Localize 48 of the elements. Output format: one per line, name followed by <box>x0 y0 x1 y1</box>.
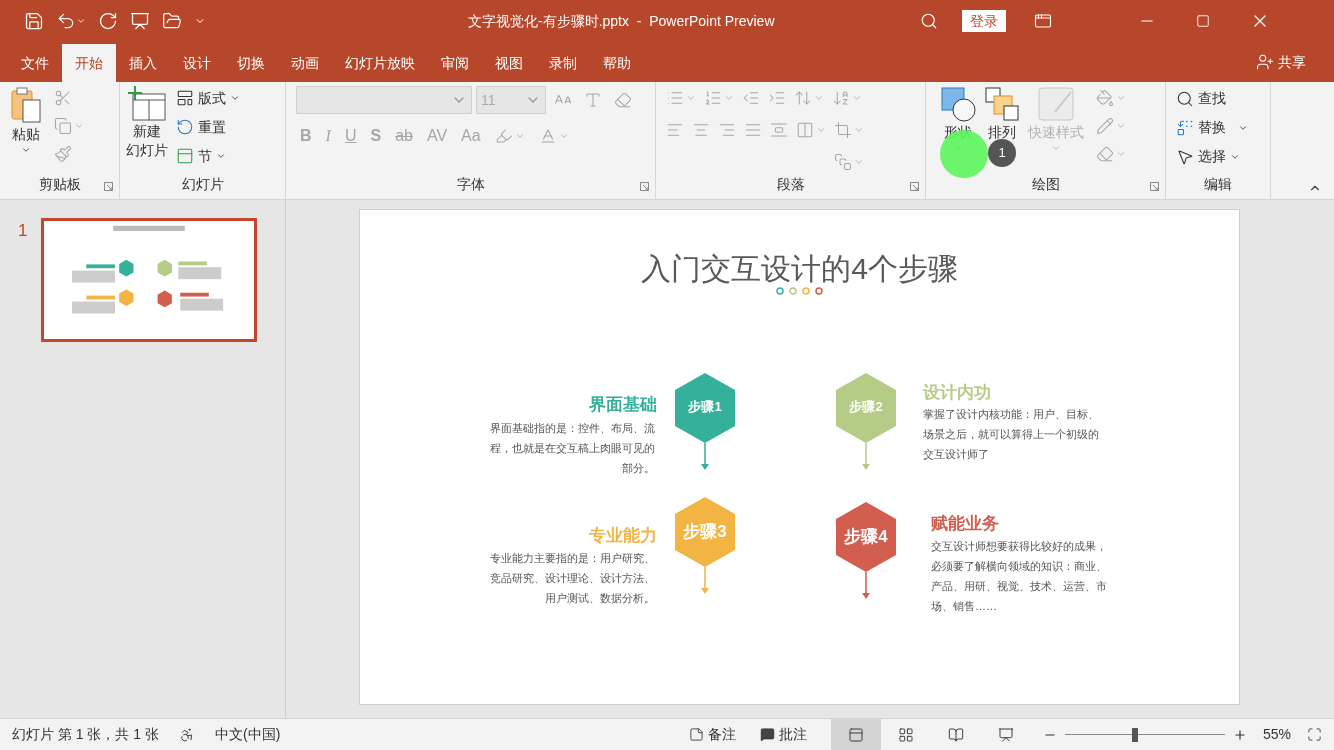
slide-number: 1 <box>18 220 28 242</box>
ribbon-tab[interactable]: 设计 <box>170 44 224 82</box>
comments-button[interactable]: 批注 <box>759 724 807 745</box>
step-label: 步骤3 <box>682 521 728 543</box>
step-description: 界面基础指的是：控件、布局、流程，也就是在交互稿上肉眼可见的部分。 <box>489 421 655 476</box>
step-description: 专业能力主要指的是：用户研究、竞品研究、设计理论、设计方法、用户测试、数据分析。 <box>489 551 655 606</box>
language-status[interactable]: 中文(中国) <box>215 724 281 745</box>
slide-count: 幻灯片 第 1 张，共 1 张 <box>11 725 160 744</box>
step-label: 步骤1 <box>687 398 723 416</box>
group-label: 编辑 <box>1204 175 1232 194</box>
share-button[interactable]: 共享 <box>1278 51 1306 73</box>
section-button[interactable]: 节 <box>176 144 240 168</box>
new-slide-button[interactable]: 新建 幻灯片 <box>126 86 168 168</box>
ribbon-tab[interactable]: 文件 <box>8 44 62 82</box>
ribbon-tab[interactable]: 幻灯片放映 <box>332 44 428 82</box>
ribbon-tab[interactable]: 帮助 <box>590 44 644 82</box>
step-title: 界面基础 <box>588 394 657 416</box>
step-title: 设计内功 <box>923 382 992 404</box>
group-label: 段落 <box>776 175 805 194</box>
step-label: 步骤4 <box>843 526 889 548</box>
step-label: 步骤2 <box>848 398 884 416</box>
find-button[interactable]: 查找 <box>1176 86 1248 111</box>
group-label: 幻灯片 <box>181 175 224 194</box>
notes-button[interactable]: 备注 <box>688 724 736 745</box>
window-title: 文字视觉化-有步骤时.pptx - PowerPoint Preview <box>468 11 775 31</box>
replace-button[interactable]: 替换 <box>1176 115 1248 140</box>
ribbon-tab[interactable]: 录制 <box>536 44 590 82</box>
step-description: 掌握了设计内核功能：用户、目标、场景之后，就可以算得上一个初级的交互设计师了 <box>923 407 1100 462</box>
group-label: 绘图 <box>1031 175 1060 194</box>
ribbon-tab[interactable]: 切换 <box>224 44 278 82</box>
ribbon-tab[interactable]: 开始 <box>62 44 116 82</box>
click-count-tooltip: 1 <box>988 139 1016 167</box>
group-label: 字体 <box>456 175 485 194</box>
zoom-level[interactable]: 55% <box>1262 724 1291 745</box>
layout-button[interactable]: 版式 <box>176 86 240 110</box>
paste-button[interactable]: 粘贴 <box>6 86 46 166</box>
reset-button[interactable]: 重置 <box>176 115 240 139</box>
step-title: 专业能力 <box>588 525 657 547</box>
select-button[interactable]: 选择 <box>1176 144 1248 169</box>
slide-title: 入门交互设计的4个步骤 <box>640 251 959 287</box>
ribbon-tab[interactable]: 审阅 <box>428 44 482 82</box>
step-description: 交互设计师想要获得比较好的成果，必须要了解横向领域的知识：商业、产品、用研、视觉、技术、运营、市场、销售…… <box>931 539 1108 614</box>
step-title: 赋能业务 <box>931 513 1000 535</box>
ribbon-tab[interactable]: 插入 <box>116 44 170 82</box>
group-label: 剪贴板 <box>38 175 81 194</box>
ribbon-tab[interactable]: 视图 <box>482 44 536 82</box>
ribbon-tab[interactable]: 动画 <box>278 44 332 82</box>
sign-in-button[interactable]: 登录 <box>961 10 1006 32</box>
